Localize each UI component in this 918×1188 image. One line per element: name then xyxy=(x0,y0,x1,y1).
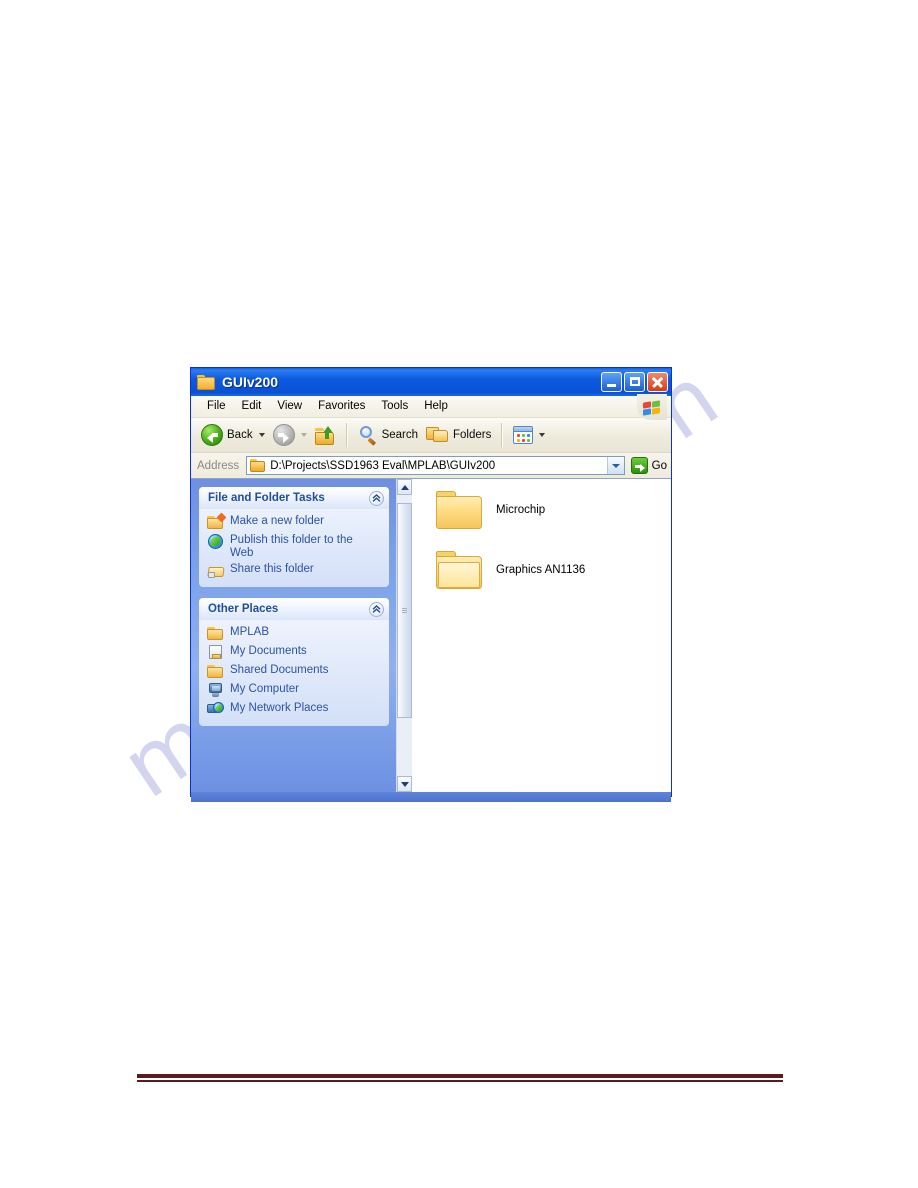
go-label: Go xyxy=(651,459,667,472)
menu-item-favorites[interactable]: Favorites xyxy=(310,399,373,414)
place-label: My Documents xyxy=(230,645,307,657)
panel-items: Make a new folder Publish this folder to… xyxy=(199,509,389,587)
task-share-this-folder[interactable]: Share this folder xyxy=(207,561,383,580)
file-name: Graphics AN1136 xyxy=(496,564,586,576)
go-arrow-icon xyxy=(630,457,648,474)
toolbar-separator-1 xyxy=(345,423,348,447)
menu-bar: File Edit View Favorites Tools Help xyxy=(191,394,671,420)
views-icon xyxy=(513,426,534,444)
go-button[interactable]: Go xyxy=(630,457,667,474)
task-publish-this-folder-to-the-web[interactable]: Publish this folder to the Web xyxy=(207,532,383,561)
up-one-level-icon xyxy=(314,425,336,445)
folder-icon xyxy=(250,459,266,472)
folder-icon xyxy=(436,491,482,529)
folder-open-icon xyxy=(436,551,482,589)
vertical-scrollbar[interactable] xyxy=(396,479,412,792)
folder-icon xyxy=(207,626,224,641)
back-button[interactable]: Back xyxy=(197,421,269,449)
panel-other-places: Other Places MPLAB My Documents Shared D… xyxy=(199,598,389,726)
address-label: Address xyxy=(197,459,240,472)
maximize-button[interactable] xyxy=(624,372,645,392)
address-bar: Address D:\Projects\SSD1963 Eval\MPLAB\G… xyxy=(191,453,671,479)
scroll-down-icon[interactable] xyxy=(397,776,412,792)
explorer-window: GUIv200 File Edit View Favorites Tools H… xyxy=(190,367,672,802)
place-label: Shared Documents xyxy=(230,664,329,676)
share-folder-icon xyxy=(207,563,225,578)
task-make-a-new-folder[interactable]: Make a new folder xyxy=(207,512,383,532)
windows-flag-icon xyxy=(637,394,667,420)
place-my-network-places[interactable]: My Network Places xyxy=(207,700,383,719)
task-pane-sidebar: File and Folder Tasks Make a new folder xyxy=(191,479,396,792)
minimize-button[interactable] xyxy=(601,372,622,392)
forward-arrow-icon xyxy=(272,424,295,446)
content-area: Microchip Graphics AN1136 xyxy=(396,479,671,792)
folder-icon xyxy=(197,374,215,390)
address-value: D:\Projects\SSD1963 Eval\MPLAB\GUIv200 xyxy=(270,459,496,472)
file-name: Microchip xyxy=(496,504,546,516)
chevron-down-icon[interactable] xyxy=(258,433,265,437)
task-label: Make a new folder xyxy=(230,515,324,527)
back-arrow-icon xyxy=(201,424,223,446)
panel-header[interactable]: File and Folder Tasks xyxy=(199,487,389,509)
my-documents-icon xyxy=(207,645,224,660)
search-label: Search xyxy=(381,429,419,441)
title-bar[interactable]: GUIv200 xyxy=(191,368,671,396)
window-controls xyxy=(601,372,668,392)
publish-web-icon xyxy=(207,534,224,549)
task-label: Share this folder xyxy=(230,563,314,575)
close-button[interactable] xyxy=(647,372,668,392)
views-chevron-down-icon[interactable] xyxy=(539,433,546,437)
scroll-thumb[interactable] xyxy=(397,503,412,718)
menu-item-edit[interactable]: Edit xyxy=(234,399,270,414)
toolbar: Back Search Folders xyxy=(191,418,671,453)
my-network-places-icon xyxy=(207,702,224,717)
panel-items: MPLAB My Documents Shared Documents My C… xyxy=(199,620,389,726)
place-shared-documents[interactable]: Shared Documents xyxy=(207,662,383,681)
panel-title: Other Places xyxy=(208,603,279,615)
address-input[interactable]: D:\Projects\SSD1963 Eval\MPLAB\GUIv200 xyxy=(246,456,625,475)
place-my-documents[interactable]: My Documents xyxy=(207,643,383,662)
panel-title: File and Folder Tasks xyxy=(208,492,325,504)
place-mplab[interactable]: MPLAB xyxy=(207,624,383,643)
place-label: MPLAB xyxy=(230,626,269,638)
panel-file-and-folder-tasks: File and Folder Tasks Make a new folder xyxy=(199,487,389,587)
place-my-computer[interactable]: My Computer xyxy=(207,681,383,700)
views-button[interactable] xyxy=(509,423,549,447)
search-button[interactable]: Search xyxy=(354,422,422,448)
explorer-body: File and Folder Tasks Make a new folder xyxy=(191,479,671,792)
place-label: My Network Places xyxy=(230,702,329,714)
chevron-down-icon[interactable] xyxy=(606,457,624,474)
chevron-down-icon-forward xyxy=(300,433,307,437)
footer-rule-thin xyxy=(137,1079,783,1082)
place-label: My Computer xyxy=(230,683,300,695)
window-bottom-strip xyxy=(191,792,671,802)
folders-icon xyxy=(426,426,449,444)
folders-button[interactable]: Folders xyxy=(422,423,495,447)
forward-button[interactable] xyxy=(269,421,311,449)
folders-label: Folders xyxy=(453,429,492,441)
menu-item-tools[interactable]: Tools xyxy=(373,399,416,414)
back-label: Back xyxy=(227,429,253,441)
file-list: Microchip Graphics AN1136 xyxy=(412,479,671,792)
toolbar-separator-2 xyxy=(501,423,504,447)
panel-header[interactable]: Other Places xyxy=(199,598,389,620)
window-title: GUIv200 xyxy=(222,374,279,390)
new-folder-icon xyxy=(207,512,227,530)
menu-item-help[interactable]: Help xyxy=(416,399,456,414)
list-item[interactable]: Graphics AN1136 xyxy=(436,551,671,589)
menu-item-file[interactable]: File xyxy=(199,399,234,414)
scroll-track[interactable] xyxy=(397,495,412,776)
up-one-level-button[interactable] xyxy=(311,423,340,448)
my-computer-icon xyxy=(207,683,224,698)
scroll-up-icon[interactable] xyxy=(397,479,412,495)
task-label: Publish this folder to the Web xyxy=(230,534,353,559)
magnifier-icon xyxy=(358,425,378,446)
chevron-up-icon[interactable] xyxy=(369,601,384,617)
chevron-up-icon[interactable] xyxy=(369,490,384,506)
shared-documents-icon xyxy=(207,664,224,679)
menu-item-view[interactable]: View xyxy=(269,399,310,414)
footer-rule xyxy=(137,1074,783,1082)
list-item[interactable]: Microchip xyxy=(436,491,671,529)
